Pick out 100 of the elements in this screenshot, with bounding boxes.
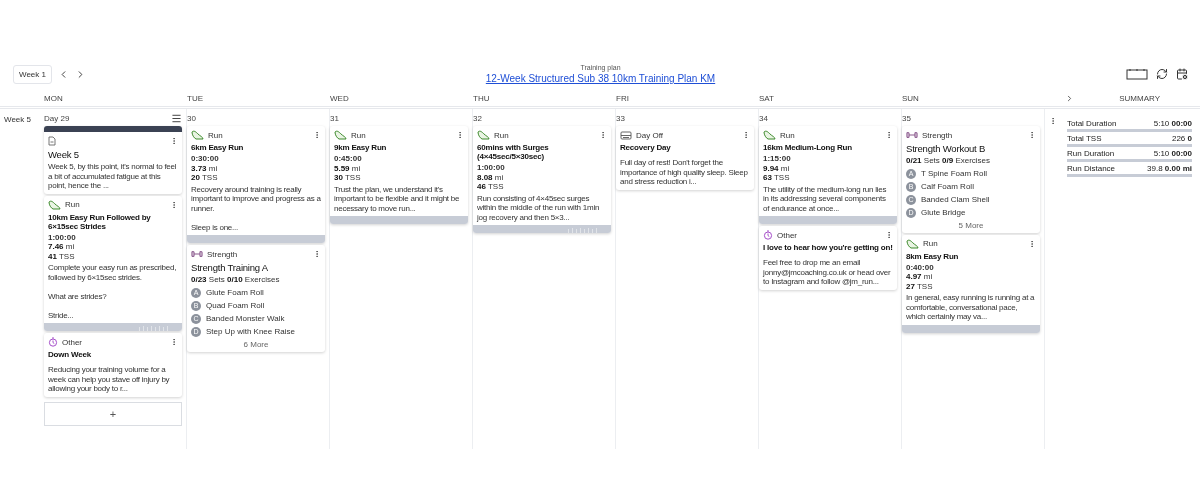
workout-title: 10km Easy Run Followed by 6×15sec Strides	[48, 212, 152, 231]
document-icon	[48, 136, 56, 146]
weekday-header: SAT	[759, 94, 774, 103]
sets-exercises-count: 0/23 Sets 0/10 Exercises	[191, 275, 281, 285]
weekday-header: WED	[330, 94, 349, 103]
tss: 20 TSS	[191, 173, 219, 183]
more-options-icon[interactable]	[599, 131, 607, 139]
exercise-name: Banded Clam Shell	[921, 195, 990, 204]
exercise-name: Glute Foam Roll	[206, 288, 264, 297]
more-options-icon[interactable]	[313, 250, 321, 258]
duration: 1:00:00	[48, 232, 77, 242]
day-number: Day 29	[44, 114, 70, 123]
day-number: 34	[759, 114, 768, 123]
shoe-icon	[906, 238, 919, 249]
more-options-icon[interactable]	[456, 131, 464, 139]
exercise-name: Banded Monster Walk	[206, 314, 285, 323]
more-options-icon[interactable]	[170, 137, 178, 145]
more-options-icon[interactable]	[742, 131, 750, 139]
workout-title: 16km Medium-Long Run	[763, 143, 853, 152]
distance: 8.08 mi	[477, 172, 505, 182]
dumbbell-icon	[906, 131, 918, 139]
workout-title: I love to hear how you're getting on!	[763, 243, 893, 252]
workout-title: 60mins with Surges (4×45sec/5×30sec)	[477, 143, 550, 161]
shoe-icon	[48, 199, 61, 210]
run-card[interactable]: Run 60mins with Surges (4×45sec/5×30sec) 1:00:00 8.08 mi 46 TSS Run consisting of 4×45sec surges within the middle of the run with 1min jog recovery and then 5×3...	[473, 126, 611, 233]
exercise-name: Glute Bridge	[921, 208, 966, 217]
summary-value: 39.8 0.00 mi	[1147, 164, 1192, 173]
workout-description: Trust the plan, we understand it's important to be flexible and it might be necessary to move run...	[334, 184, 461, 213]
week-button[interactable]: Week 1	[13, 64, 52, 84]
calendar-icon[interactable]	[1126, 68, 1148, 80]
run-card[interactable]: Run 6km Easy Run 0:30:00 3.73 mi 20 TSS Recovery around training is really important to improve and progress as a runner. Sleep is one...	[187, 126, 325, 243]
tss: 46 TSS	[477, 182, 505, 192]
other-card[interactable]: Other Down Week Reducing your training volume for a week can help you stave off injury by allowing your body to r...	[44, 333, 182, 397]
run-card[interactable]: Run 9km Easy Run 0:45:00 5.59 mi 30 TSS Trust the plan, we understand it's important to be flexible and it might be necessary to move run...	[330, 126, 468, 224]
distance: 7.46 mi	[48, 242, 76, 252]
day-number: 30	[187, 114, 196, 123]
workout-type: Run	[208, 130, 223, 140]
more-options-icon[interactable]	[170, 338, 178, 346]
stopwatch-icon	[48, 337, 58, 347]
day-number: 35	[902, 114, 911, 123]
calendar-settings-icon[interactable]	[1176, 68, 1188, 80]
more-link[interactable]: 6 More	[191, 339, 321, 349]
summary-header: SUMMARY	[1119, 94, 1160, 103]
day-off-card[interactable]: Day Off Recovery Day Full day of rest! Don't forget the importance of high quality sleep. Sleep and stress reduction i...	[616, 126, 754, 190]
workout-description: Run consisting of 4×45sec surges within the middle of the run with 1min jog recovery and then 5×3...	[477, 193, 601, 222]
day-number: 33	[616, 114, 625, 123]
more-options-icon[interactable]	[1028, 131, 1036, 139]
summary-label: Run Distance	[1067, 164, 1116, 173]
plan-title-link[interactable]: 12-Week Structured Sub 38 10km Training Plan KM	[485, 73, 716, 84]
note-card[interactable]: Week 5 Week 5, by this point, it's normal to feel a bit of accumulated fatigue at this point, hence the ...	[44, 126, 182, 194]
duration: 0:40:00	[906, 262, 935, 272]
workout-type: Strength	[207, 249, 238, 259]
more-options-icon[interactable]	[1028, 239, 1036, 248]
shoe-icon	[334, 130, 347, 140]
weekday-header: MON	[44, 94, 63, 103]
workout-type: Strength	[922, 130, 953, 140]
summary-label: Total TSS	[1067, 134, 1102, 143]
more-options-icon[interactable]	[170, 200, 178, 209]
duration: 1:15:00	[763, 154, 792, 164]
tss: 41 TSS	[48, 251, 76, 261]
more-options-icon[interactable]	[885, 131, 893, 139]
day-number: 32	[473, 114, 482, 123]
more-link[interactable]: 5 More	[906, 220, 1036, 230]
workout-description: Recovery around training is really important to improve and progress as a runner. Sleep is one...	[191, 184, 321, 232]
more-options-icon[interactable]	[885, 231, 893, 239]
more-options-icon[interactable]	[313, 131, 321, 139]
workout-title: 6km Easy Run	[191, 143, 245, 152]
expand-icon[interactable]	[1065, 94, 1074, 103]
summary-value: 5:10 00:00	[1153, 149, 1192, 158]
run-card[interactable]: Run 8km Easy Run 0:40:00 4.97 mi 27 TSS In general, easy running is running at a comfortable, conversational pace, which certainly may va...	[902, 234, 1040, 333]
duration: 0:30:00	[191, 154, 220, 164]
refresh-icon[interactable]	[1156, 68, 1168, 80]
dumbbell-icon	[191, 250, 203, 258]
summary-label: Run Duration	[1067, 149, 1115, 158]
workout-description: In general, easy running is running at a comfortable, conversational pace, which certainly may va...	[906, 293, 1036, 322]
bed-icon	[620, 130, 632, 140]
weekday-header: TUE	[187, 94, 203, 103]
summary-value: 5:10 00:00	[1153, 119, 1192, 128]
shoe-icon	[763, 130, 776, 140]
distance: 4.97 mi	[906, 272, 934, 282]
summary-value: 226 0	[1171, 134, 1192, 143]
run-card[interactable]: Run 10km Easy Run Followed by 6×15sec Strides 1:00:00 7.46 mi 41 TSS Complete your easy run as prescribed, followed by 6×15sec strides. What are strides? Stride...	[44, 195, 182, 331]
workout-description: Full day of rest! Don't forget the importance of high quality sleep. Sleep and stress reduction i...	[620, 158, 749, 187]
add-button[interactable]: +	[44, 401, 182, 426]
workout-description: Reducing your training volume for a week can help you stave off injury by allowing your body to r...	[48, 365, 171, 394]
workout-title: Recovery Day	[620, 143, 672, 152]
workout-description: The utility of the medium-long run lies in its addressing several components of endurance at once...	[763, 184, 888, 213]
tss: 27 TSS	[906, 281, 934, 291]
duration: 0:45:00	[334, 154, 363, 164]
exercise-name: Quad Foam Roll	[206, 301, 265, 310]
workout-description: Complete your easy run as prescribed, followed by 6×15sec strides. What are strides? Stride...	[48, 263, 178, 320]
exercise-name: T Spine Foam Roll	[921, 169, 988, 178]
workout-type: Other	[62, 337, 82, 347]
stopwatch-icon	[763, 230, 773, 240]
run-card[interactable]: Run 16km Medium-Long Run 1:15:00 9.94 mi 63 TSS The utility of the medium-long run lies in its addressing several components of endurance at once...	[759, 126, 897, 224]
duration: 1:00:00	[477, 163, 506, 173]
weekday-header: FRI	[616, 94, 629, 103]
other-card[interactable]: Other I love to hear how you're getting on! Feel free to drop me an email jonny@jmcoaching.co.uk or head over to Instagram and follow @jm_run...	[759, 226, 897, 290]
shoe-icon	[477, 130, 490, 140]
menu-icon[interactable]	[171, 113, 182, 124]
